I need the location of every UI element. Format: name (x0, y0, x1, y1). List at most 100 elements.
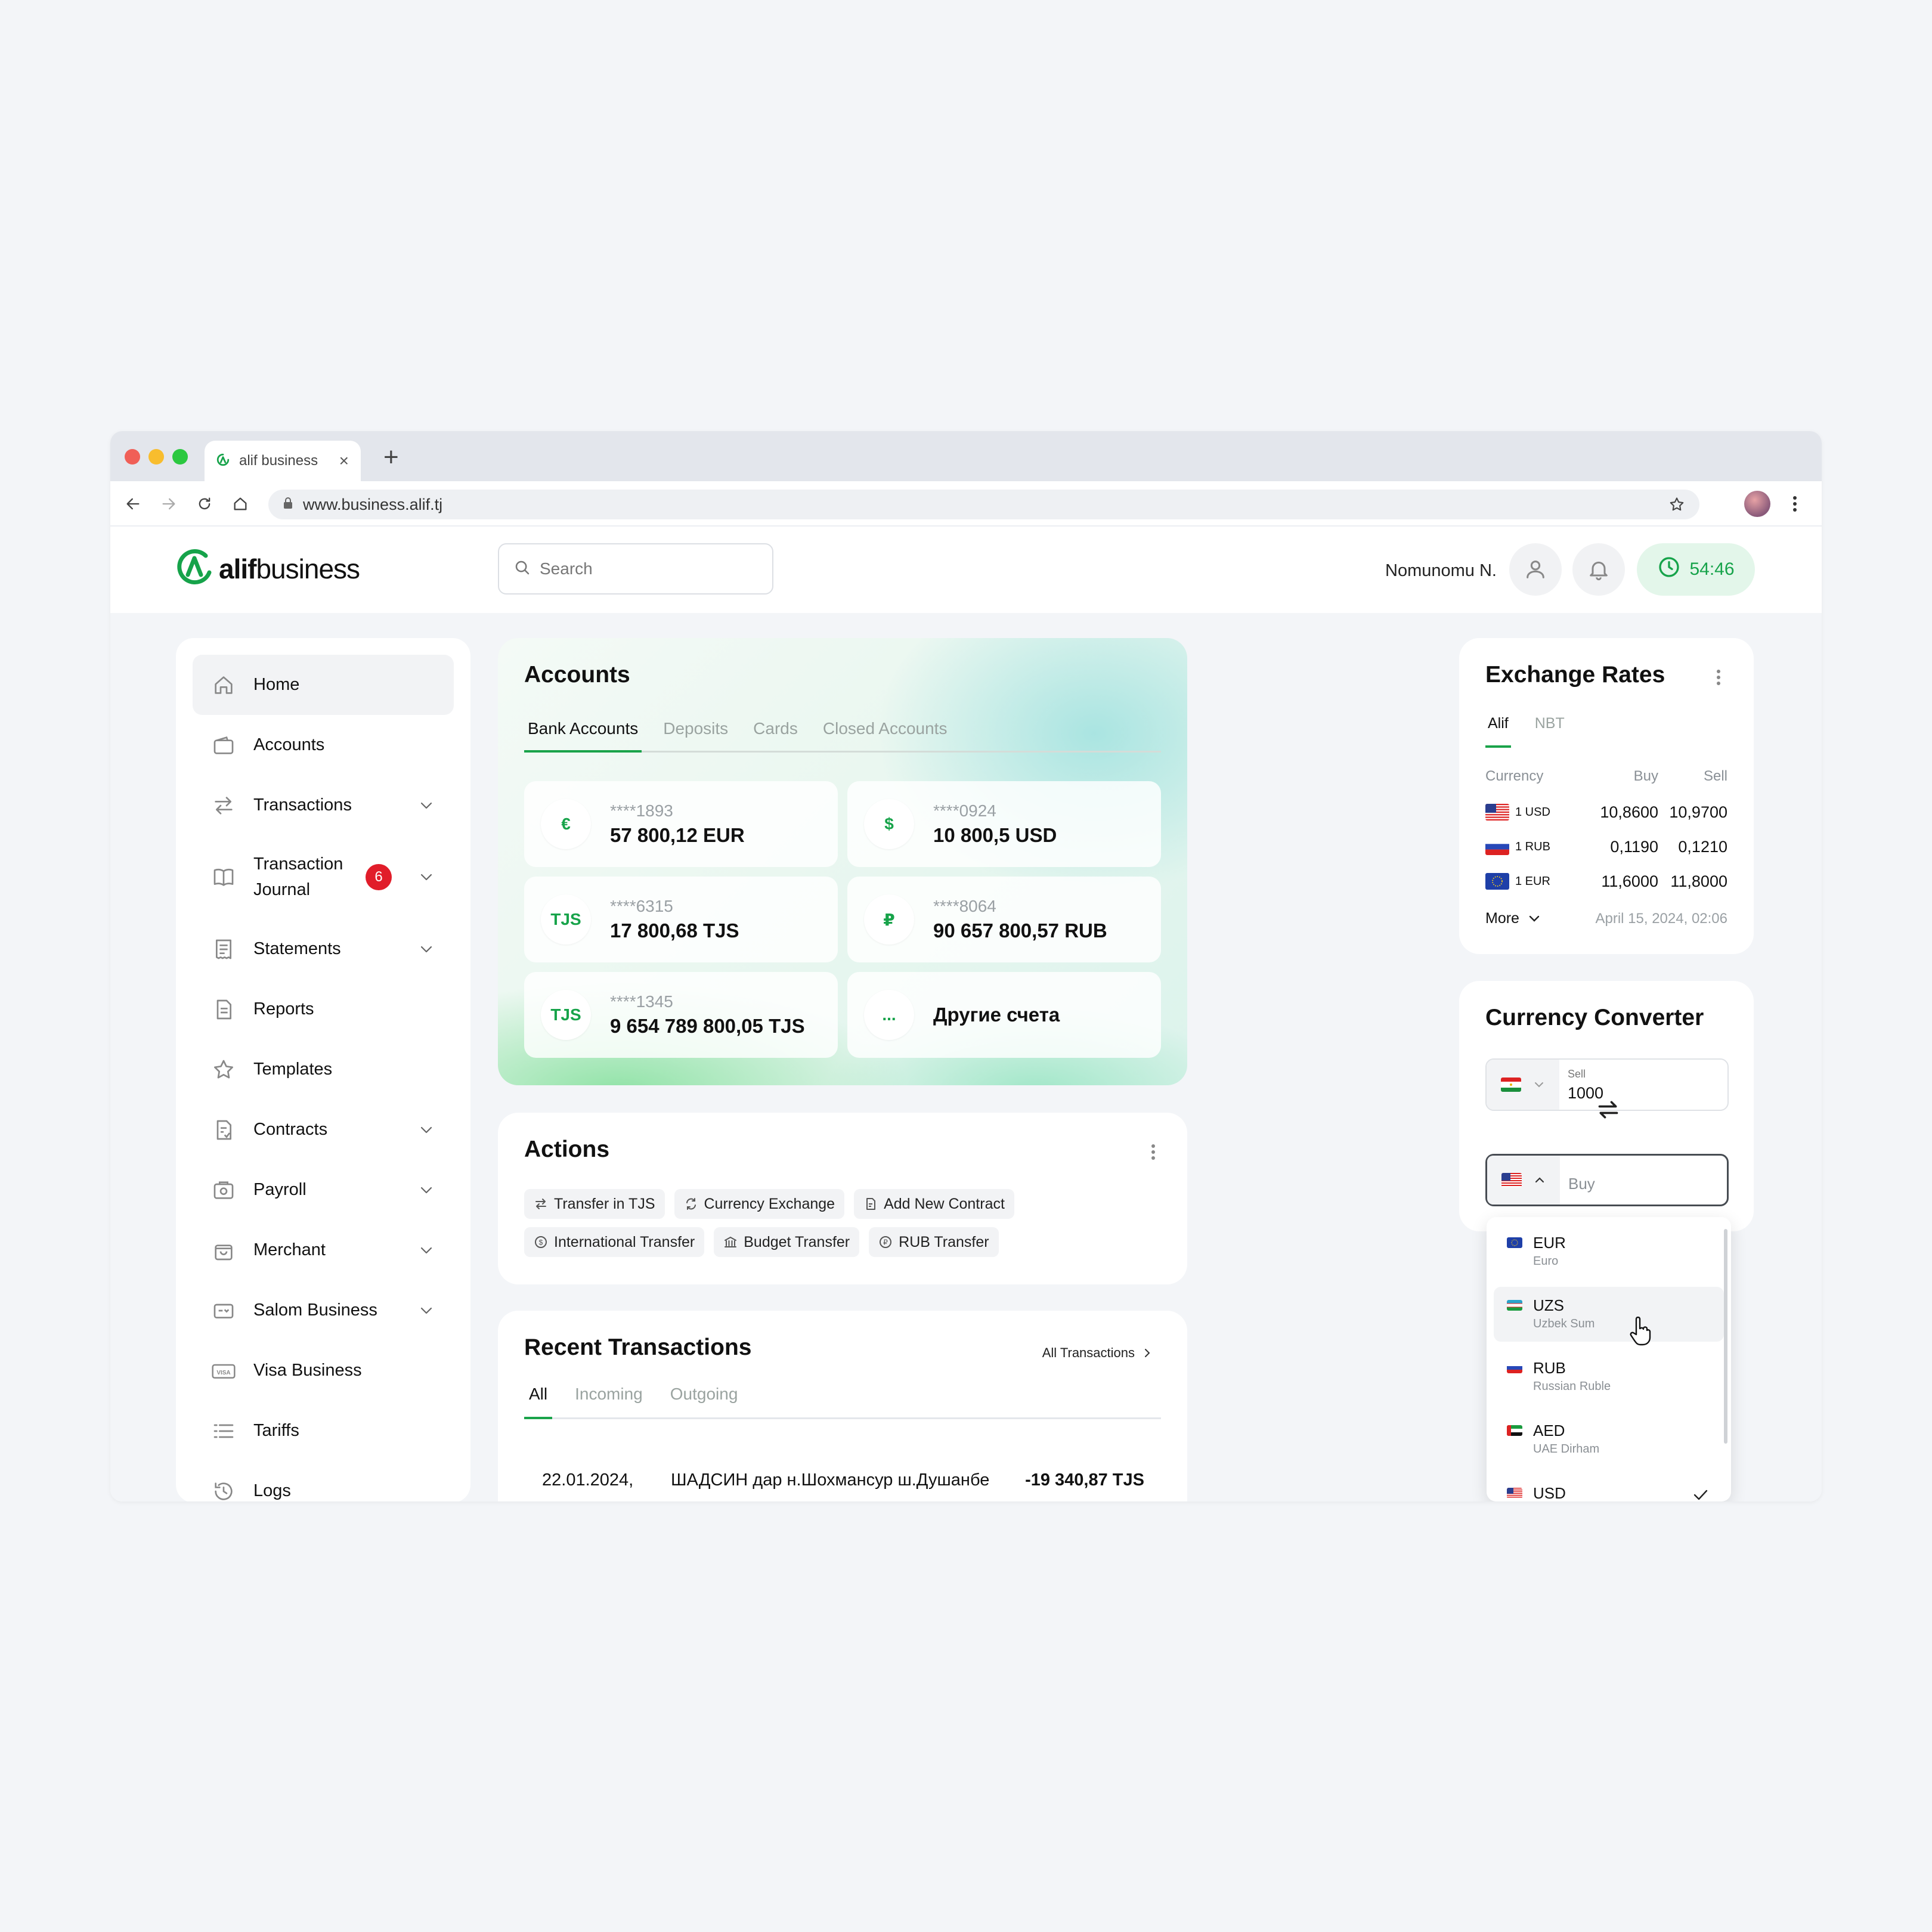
dropdown-scrollbar[interactable] (1724, 1229, 1727, 1444)
all-transactions-link[interactable]: All Transactions (1042, 1345, 1151, 1361)
budget-transfer-chip[interactable]: Budget Transfer (714, 1227, 860, 1257)
uz-flag-icon (1507, 1300, 1522, 1311)
sidebar-item-salom-business[interactable]: Salom Business (193, 1280, 454, 1340)
dropdown-option-aed[interactable]: AED UAE Dirham (1494, 1412, 1724, 1467)
back-icon[interactable] (121, 492, 145, 516)
account-tile[interactable]: ... Другие счета (847, 972, 1161, 1058)
dropdown-option-eur[interactable]: EUR Euro (1494, 1224, 1724, 1279)
sidebar-item-tariffs[interactable]: Tariffs (193, 1401, 454, 1461)
dollar-circle-icon: $ (535, 1236, 547, 1248)
sidebar-item-logs[interactable]: Logs (193, 1461, 454, 1501)
international-transfer-chip[interactable]: $ International Transfer (524, 1227, 705, 1257)
browser-tab[interactable]: alif business × (205, 441, 361, 481)
sidebar-item-visa-business[interactable]: VISA Visa Business (193, 1340, 454, 1401)
sidebar-item-statements[interactable]: Statements (193, 919, 454, 979)
chevron-down-icon[interactable] (418, 942, 435, 959)
address-bar: www.business.alif.tj (110, 481, 1822, 527)
account-tile[interactable]: € ****1893 57 800,12 EUR (524, 781, 838, 867)
tab-nbt[interactable]: NBT (1532, 714, 1567, 748)
sidebar-item-templates[interactable]: Templates (193, 1039, 454, 1100)
chevron-down-icon[interactable] (418, 1304, 435, 1321)
actions-menu-icon[interactable] (1150, 1141, 1156, 1166)
tab-closed-accounts[interactable]: Closed Accounts (819, 717, 951, 753)
us-flag-icon (1485, 804, 1509, 821)
ru-flag-icon (1485, 838, 1509, 855)
session-timer-button[interactable]: 54:46 (1637, 543, 1755, 596)
browser-profile-avatar[interactable] (1744, 491, 1770, 517)
tab-outgoing[interactable]: Outgoing (665, 1382, 743, 1419)
sidebar-item-accounts[interactable]: Accounts (193, 715, 454, 775)
sidebar-item-contracts[interactable]: Contracts (193, 1100, 454, 1160)
new-tab-icon[interactable]: + (383, 444, 399, 470)
account-tile[interactable]: ₽ ****8064 90 657 800,57 RUB (847, 877, 1161, 962)
rub-transfer-chip[interactable]: ₽ RUB Transfer (869, 1227, 999, 1257)
bookmark-star-icon[interactable] (1668, 496, 1685, 516)
notifications-button[interactable] (1572, 543, 1625, 596)
actions-card: Actions Transfer in TJS Currency Exchang… (498, 1113, 1187, 1284)
sidebar-item-transactions[interactable]: Transactions (193, 775, 454, 835)
tab-bank-accounts[interactable]: Bank Accounts (524, 717, 642, 753)
account-number: ****0924 (933, 801, 996, 820)
sidebar-item-payroll[interactable]: Payroll (193, 1160, 454, 1220)
more-button[interactable]: More (1485, 910, 1541, 927)
actions-title: Actions (524, 1137, 610, 1162)
account-tile[interactable]: TJS ****1345 9 654 789 800,05 TJS (524, 972, 838, 1058)
account-tile[interactable]: TJS ****6315 17 800,68 TJS (524, 877, 838, 962)
profile-button[interactable] (1509, 543, 1562, 596)
browser-window: alif business × + www.business.alif.tj a… (110, 431, 1822, 1501)
url-field[interactable]: www.business.alif.tj (268, 490, 1699, 519)
chevron-down-icon[interactable] (418, 798, 435, 816)
add-new-contract-chip[interactable]: Add New Contract (854, 1189, 1014, 1219)
account-number: ****6315 (610, 897, 673, 915)
search-box[interactable] (498, 543, 773, 595)
home-browser-icon[interactable] (228, 492, 252, 516)
buy-currency-select[interactable] (1487, 1156, 1560, 1205)
chevron-down-icon[interactable] (418, 1243, 435, 1261)
chevron-down-icon[interactable] (418, 1183, 435, 1200)
transfer-in-tjs-chip[interactable]: Transfer in TJS (524, 1189, 665, 1219)
arrows-icon (210, 792, 237, 819)
list-icon (210, 1418, 237, 1444)
user-name[interactable]: Nomunomu N. (1385, 561, 1497, 581)
account-tile[interactable]: $ ****0924 10 800,5 USD (847, 781, 1161, 867)
browser-menu-icon[interactable] (1792, 493, 1798, 518)
rates-row: 1 EUR 11,6000 11,8000 (1485, 869, 1727, 893)
contract-icon (866, 1198, 876, 1210)
exchange-rates-title: Exchange Rates (1485, 662, 1665, 688)
table-row[interactable]: 22.01.2024, ШАДСИН дар н.Шохмансур ш.Душ… (542, 1470, 1144, 1490)
chevron-down-icon[interactable] (418, 1123, 435, 1140)
tab-all[interactable]: All (524, 1382, 553, 1419)
logo[interactable]: alifbusiness (176, 547, 360, 590)
transaction-date: 22.01.2024, (542, 1470, 634, 1490)
tab-alif[interactable]: Alif (1485, 714, 1511, 748)
dropdown-option-rub[interactable]: RUB Russian Ruble (1494, 1349, 1724, 1404)
forward-icon[interactable] (157, 492, 181, 516)
window-maximize-button[interactable] (172, 449, 188, 465)
chevron-down-icon[interactable] (418, 870, 435, 887)
window-minimize-button[interactable] (148, 449, 164, 465)
sidebar-item-merchant[interactable]: Merchant (193, 1220, 454, 1280)
tab-deposits[interactable]: Deposits (660, 717, 732, 753)
sidebar-item-transaction-journal[interactable]: Transaction Journal 6 (193, 835, 454, 919)
browser-tabstrip: alif business × + (110, 431, 1822, 481)
window-close-button[interactable] (125, 449, 140, 465)
sell-currency-select[interactable] (1487, 1060, 1559, 1110)
account-currency-icon: $ (864, 799, 914, 849)
dropdown-option-uzs[interactable]: UZS Uzbek Sum (1494, 1287, 1724, 1342)
search-input[interactable] (540, 559, 754, 578)
sidebar-item-reports[interactable]: Reports (193, 979, 454, 1039)
swap-icon[interactable] (1595, 1098, 1621, 1125)
payroll-icon (210, 1177, 237, 1203)
currency-exchange-chip[interactable]: Currency Exchange (674, 1189, 845, 1219)
account-currency-icon: ... (864, 990, 914, 1040)
tab-close-icon[interactable]: × (339, 451, 349, 470)
tab-cards[interactable]: Cards (750, 717, 801, 753)
buy-amount-input[interactable]: Buy (1568, 1175, 1595, 1193)
us-flag-icon (1501, 1173, 1522, 1187)
reload-icon[interactable] (193, 492, 216, 516)
tab-incoming[interactable]: Incoming (570, 1382, 648, 1419)
dropdown-option-usd[interactable]: USD (1494, 1475, 1724, 1501)
rates-menu-icon[interactable] (1716, 667, 1722, 691)
buy-field[interactable]: Buy (1485, 1154, 1729, 1206)
sidebar-item-home[interactable]: Home (193, 655, 454, 715)
